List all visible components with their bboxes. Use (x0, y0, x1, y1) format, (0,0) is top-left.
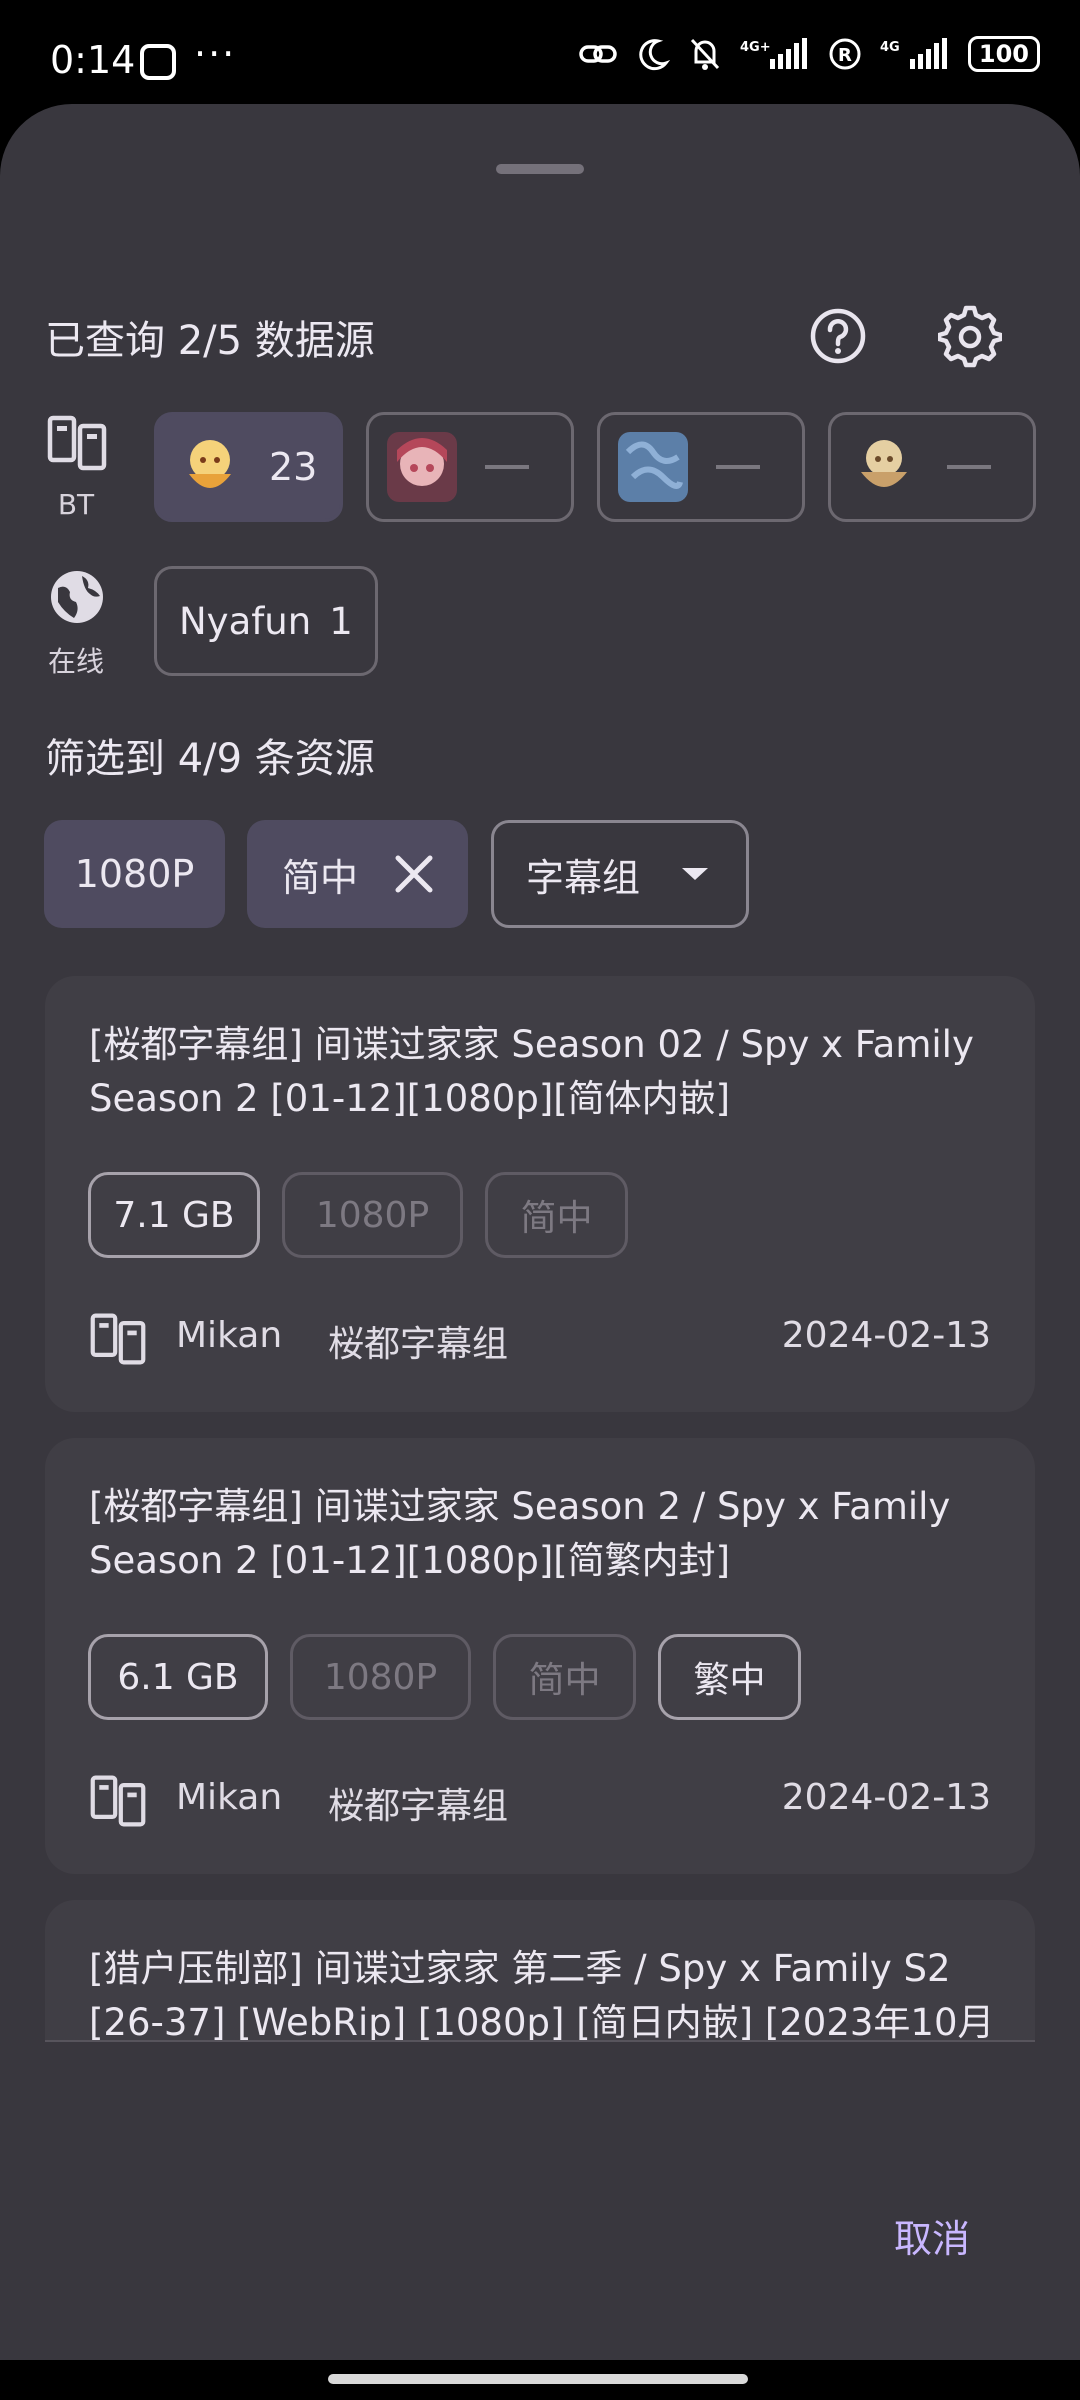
cancel-button[interactable]: 取消 (894, 2208, 970, 2263)
source-avatar-3 (618, 432, 688, 502)
navigation-bar (0, 2360, 1080, 2400)
result-title-3: [猎户压制部] 间谍过家家 第二季 / Spy x Family S2 [26-… (89, 1947, 995, 2040)
more-notifications-icon: ··· (194, 32, 237, 76)
svg-text:4G+: 4G+ (740, 40, 771, 55)
source-empty-dash-3 (716, 465, 760, 469)
filter-chip-subtitle-lang-label: 简中 (282, 855, 359, 900)
svg-text:4G: 4G (880, 40, 900, 55)
source-avatar-2 (387, 432, 457, 502)
result-2-group: 桜都字幕组 (328, 1786, 509, 1827)
source-empty-dash-4 (947, 465, 991, 469)
bt-device-icon (90, 1313, 146, 1365)
result-1-tag-size: 7.1 GB (88, 1172, 260, 1258)
bt-device-icon (90, 1775, 146, 1827)
status-time: 0:14 (50, 38, 136, 82)
status-bar: 0:14 ··· 4G+ R 4G 100 (0, 0, 1080, 110)
online-source-chip[interactable]: Nyafun 1 (154, 566, 378, 676)
result-2-tag-resolution: 1080P (290, 1634, 471, 1720)
online-source-name: Nyafun (179, 599, 312, 643)
dropdown-arrow-icon (682, 868, 709, 880)
result-card-2[interactable]: [桜都字幕组] 间谍过家家 Season 2 / Spy x Family Se… (45, 1438, 1035, 1874)
signal-4g-icon-2: 4G (880, 38, 947, 69)
source-chip-2[interactable] (366, 412, 574, 522)
filter-chip-group[interactable]: 字幕组 (491, 820, 749, 928)
bt-device-icon (47, 415, 107, 471)
source-avatar-4 (861, 440, 907, 487)
result-2-tag-lang-simplified: 简中 (493, 1634, 636, 1720)
result-2-date: 2024-02-13 (781, 1777, 991, 1818)
home-gesture-bar[interactable] (328, 2374, 748, 2384)
result-1-tag-resolution: 1080P (282, 1172, 463, 1258)
status-icons: 4G+ R 4G 100 (578, 36, 1040, 72)
bt-label: BT (57, 488, 95, 521)
result-1-tag-lang: 简中 (485, 1172, 628, 1258)
result-2-source: Mikan (176, 1777, 283, 1818)
result-1-group: 桜都字幕组 (328, 1324, 509, 1365)
svg-text:R: R (838, 45, 852, 66)
result-title-2: [桜都字幕组] 间谍过家家 Season 2 / Spy x Family Se… (89, 1485, 951, 1582)
result-2-tag-lang-traditional: 繁中 (658, 1634, 801, 1720)
source-avatar-1 (189, 440, 231, 488)
footer-area (45, 2040, 1035, 2360)
source-count-1: 23 (269, 445, 318, 489)
result-1-source: Mikan (176, 1315, 283, 1356)
result-1-date: 2024-02-13 (781, 1315, 991, 1356)
online-source-count: 1 (329, 599, 353, 643)
filter-chip-resolution-label: 1080P (74, 852, 195, 896)
source-chip-4[interactable] (828, 412, 1036, 522)
bell-muted-icon (690, 38, 719, 70)
source-empty-dash-2 (485, 465, 529, 469)
battery-indicator: 100 (967, 36, 1040, 72)
source-chip-1[interactable]: 23 (154, 412, 343, 522)
footer-divider (45, 2040, 1035, 2042)
result-2-tag-size: 6.1 GB (88, 1634, 268, 1720)
filter-chip-resolution[interactable]: 1080P (44, 820, 225, 928)
gear-icon[interactable] (936, 304, 1004, 368)
page-title: 已查询 2/5 数据源 (45, 318, 375, 364)
link-icon (579, 45, 617, 63)
filter-summary: 筛选到 4/9 条资源 (45, 736, 375, 782)
globe-icon (51, 571, 103, 623)
result-card-1[interactable]: [桜都字幕组] 间谍过家家 Season 02 / Spy x Family S… (45, 976, 1035, 1412)
online-label: 在线 (47, 645, 104, 678)
close-icon[interactable] (394, 854, 434, 894)
drag-handle[interactable] (496, 164, 584, 174)
result-title-1: [桜都字幕组] 间谍过家家 Season 02 / Spy x Family S… (89, 1023, 974, 1120)
moon-icon (639, 39, 670, 71)
result-card-3[interactable]: [猎户压制部] 间谍过家家 第二季 / Spy x Family S2 [26-… (45, 1900, 1035, 2040)
roaming-icon: R (829, 38, 861, 70)
signal-4g-icon: 4G+ (740, 38, 807, 69)
filter-chip-group-label: 字幕组 (526, 855, 641, 900)
source-chip-3[interactable] (597, 412, 805, 522)
filter-chip-subtitle-lang[interactable]: 简中 (247, 820, 468, 928)
timer-icon (140, 44, 176, 80)
help-icon[interactable] (806, 304, 870, 368)
